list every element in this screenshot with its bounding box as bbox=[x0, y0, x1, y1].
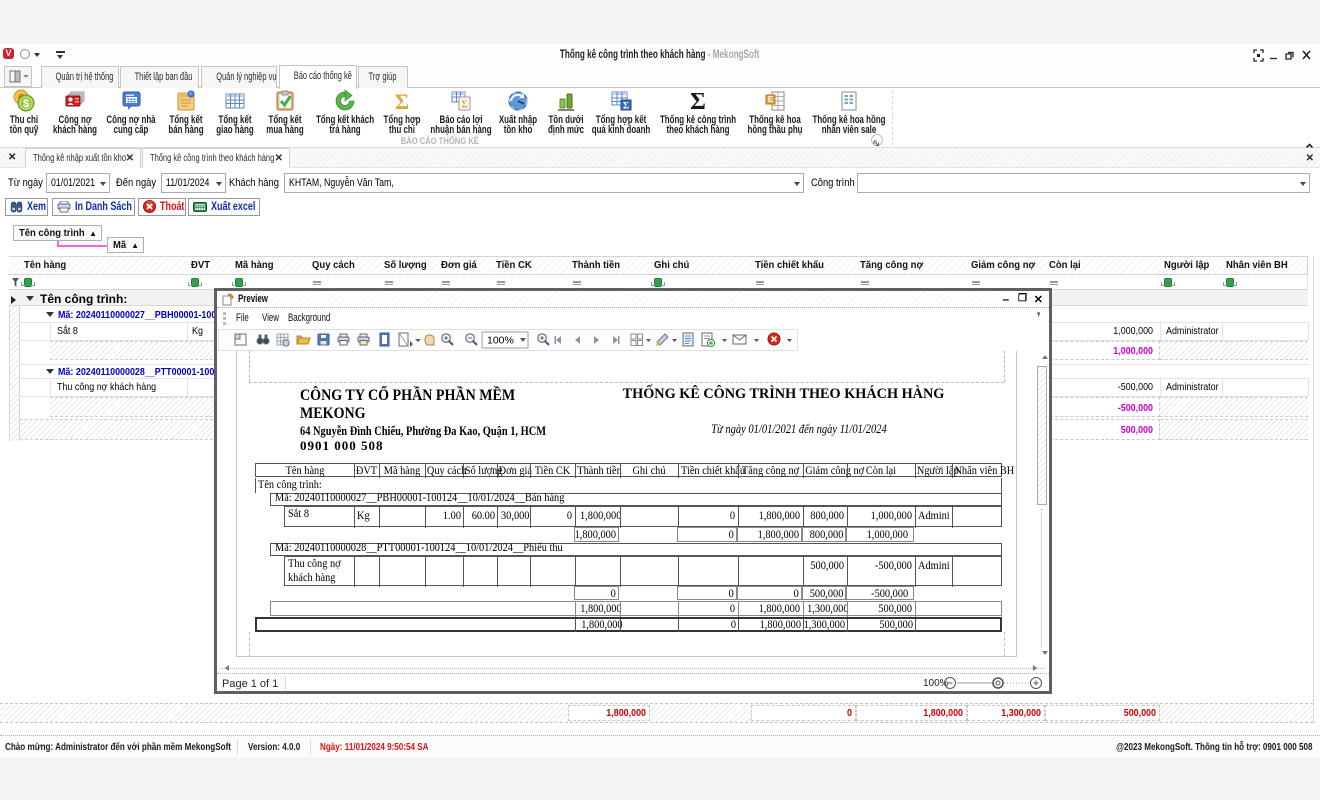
svg-text:$: $ bbox=[23, 98, 29, 110]
svg-text:100%: 100% bbox=[487, 335, 514, 347]
svg-text:E: E bbox=[768, 95, 774, 104]
svg-text:Σ: Σ bbox=[690, 89, 706, 113]
svg-text:Σ: Σ bbox=[623, 101, 629, 111]
svg-text:Σ: Σ bbox=[395, 89, 409, 113]
svg-text:Σ: Σ bbox=[461, 100, 468, 111]
